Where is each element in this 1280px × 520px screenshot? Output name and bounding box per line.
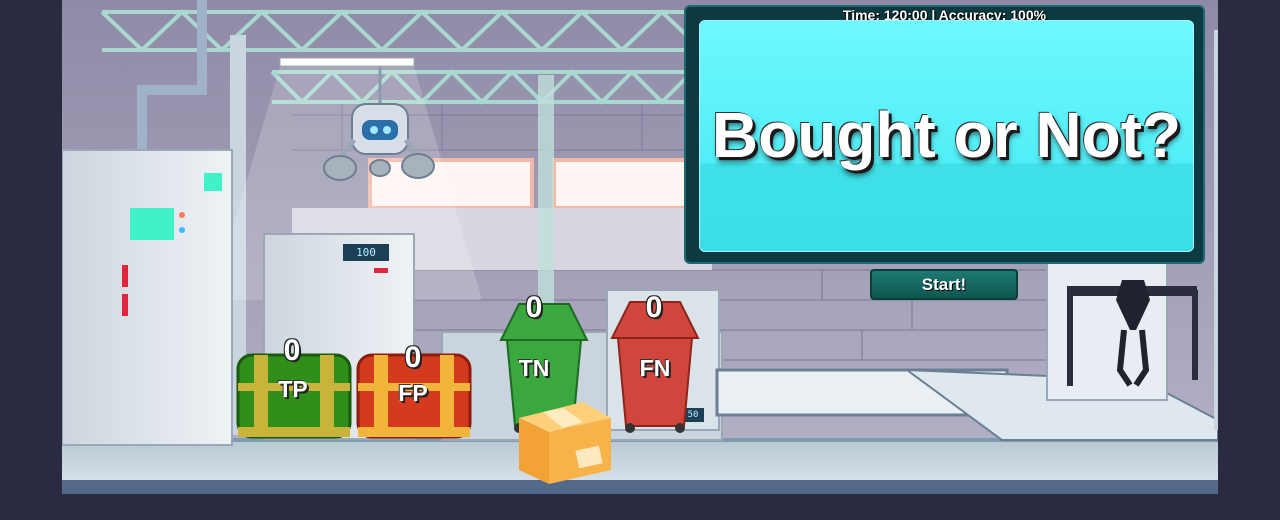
tn-count: 0 (525, 291, 543, 324)
question-panel: Time: 120:00 | Accuracy: 100% Bought or … (684, 5, 1205, 264)
machine-display: 100 (343, 244, 389, 261)
question-screen: Bought or Not? (699, 20, 1194, 252)
fp-label: FP (398, 380, 428, 406)
start-button[interactable]: Start! (870, 269, 1018, 300)
fp-count: 0 (404, 341, 422, 374)
tp-label: TP (278, 376, 308, 402)
tp-count: 0 (283, 334, 301, 367)
tn-label: TN (518, 355, 550, 381)
package-box[interactable] (513, 398, 613, 486)
fn-label: FN (639, 355, 671, 381)
fn-count: 0 (645, 291, 663, 324)
box-icon (519, 402, 611, 484)
question-title: Bought or Not? (711, 99, 1182, 171)
